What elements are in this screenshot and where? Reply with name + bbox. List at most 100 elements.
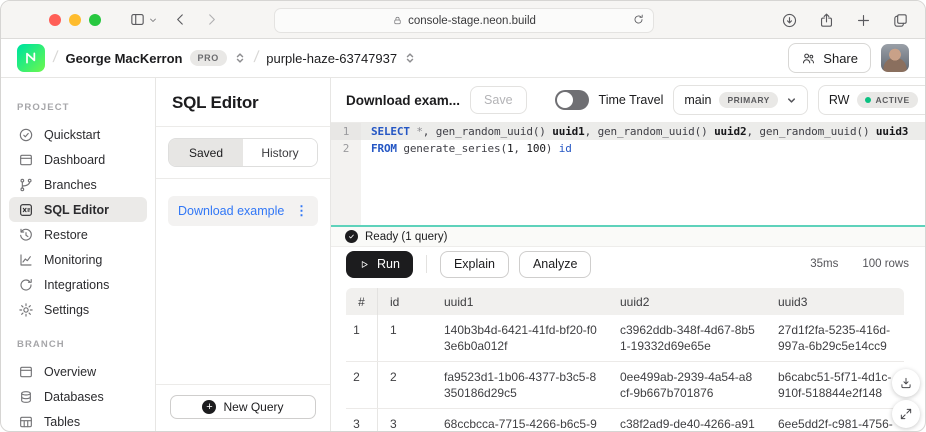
- kebab-menu-icon[interactable]: ⋮: [295, 203, 308, 219]
- sidebar-item-restore[interactable]: Restore: [9, 222, 147, 247]
- sidebar-item-quickstart[interactable]: Quickstart: [9, 122, 147, 147]
- database-icon: [18, 389, 34, 405]
- expand-icon: [899, 407, 913, 421]
- account-selector[interactable]: George MacKerron PRO: [65, 50, 245, 66]
- chrome-actions: [781, 1, 909, 39]
- back-button[interactable]: [170, 9, 191, 30]
- downloads-icon[interactable]: [781, 12, 798, 29]
- query-title: Download exam...: [346, 93, 460, 108]
- sql-code-editor[interactable]: 1SELECT *, gen_random_uuid() uuid1, gen_…: [331, 123, 925, 225]
- chart-icon: [18, 252, 34, 268]
- sidebar-item-overview[interactable]: Overview: [9, 359, 147, 384]
- sidebar-item-tables[interactable]: Tables: [9, 409, 147, 432]
- branch-badge: PRIMARY: [719, 92, 777, 108]
- sidebar: PROJECT Quickstart Dashboard Branches SQ…: [1, 78, 156, 432]
- cell-uuid2: 0ee499ab-2939-4a54-a8cf-9b667b701876: [608, 362, 766, 408]
- explain-button[interactable]: Explain: [440, 251, 509, 278]
- status-message: Ready (1 query): [365, 231, 447, 243]
- run-button[interactable]: Run: [346, 251, 413, 278]
- download-results-button[interactable]: [892, 369, 920, 397]
- share-icon[interactable]: [818, 12, 835, 29]
- check-circle-icon: [18, 127, 34, 143]
- code-text: FROM generate_series(1, 100) id: [361, 140, 925, 157]
- cell-id: 1: [378, 315, 432, 361]
- address-bar[interactable]: console-stage.neon.build: [274, 8, 654, 33]
- sidebar-section-branch: BRANCH: [1, 339, 155, 350]
- cell-uuid2: c3962ddb-348f-4d67-8b51-19332d69e65e: [608, 315, 766, 361]
- compute-select[interactable]: RW ACTIVE: [818, 85, 926, 115]
- tab-history[interactable]: History: [243, 139, 317, 166]
- reload-icon[interactable]: [632, 13, 645, 26]
- chevron-updown-icon: [404, 52, 416, 64]
- user-avatar[interactable]: [881, 44, 909, 72]
- sidebar-item-label: Quickstart: [44, 128, 100, 142]
- cell-n: 3: [346, 409, 378, 432]
- sidebar-item-branches[interactable]: Branches: [9, 172, 147, 197]
- cell-id: 2: [378, 362, 432, 408]
- status-dot: [865, 97, 871, 103]
- sidebar-item-databases[interactable]: Databases: [9, 384, 147, 409]
- cell-uuid1: fa9523d1-1b06-4377-b3c5-8350186d29c5: [432, 362, 608, 408]
- sidebar-item-dashboard[interactable]: Dashboard: [9, 147, 147, 172]
- results-table: #iduuid1uuid2uuid3 11140b3b4d-6421-41fd-…: [331, 281, 925, 432]
- branch-icon: [18, 177, 34, 193]
- branch-value: main: [684, 93, 711, 107]
- cell-uuid2: c38f2ad9-de40-4266-a918-ae947c732ed0: [608, 409, 766, 432]
- sidebar-item-monitoring[interactable]: Monitoring: [9, 247, 147, 272]
- branch-select[interactable]: main PRIMARY: [673, 85, 807, 115]
- time-travel-toggle[interactable]: [555, 90, 589, 110]
- neon-logo[interactable]: [17, 44, 45, 72]
- table-row: 11140b3b4d-6421-41fd-bf20-f03e6b0a012fc3…: [346, 315, 904, 362]
- window-icon: [18, 364, 34, 380]
- minimize-window-button[interactable]: [69, 14, 81, 26]
- tab-saved[interactable]: Saved: [169, 139, 243, 166]
- sidebar-item-label: Tables: [44, 415, 80, 429]
- editor-workspace: Download exam... Save Time Travel main P…: [331, 78, 925, 432]
- ready-check-icon: [345, 230, 358, 243]
- sidebar-item-integrations[interactable]: Integrations: [9, 272, 147, 297]
- project-name: purple-haze-63747937: [266, 51, 397, 66]
- chevron-left-icon: [172, 11, 189, 28]
- gear-icon: [18, 302, 34, 318]
- code-line[interactable]: 2FROM generate_series(1, 100) id: [331, 140, 925, 157]
- sidebar-item-sql-editor[interactable]: SQL Editor: [9, 197, 147, 222]
- analyze-button[interactable]: Analyze: [519, 251, 591, 278]
- column-header: uuid1: [432, 295, 608, 309]
- saved-query-list: Download example ⋮: [156, 179, 330, 384]
- project-selector[interactable]: purple-haze-63747937: [266, 51, 416, 66]
- code-line[interactable]: 1SELECT *, gen_random_uuid() uuid1, gen_…: [331, 123, 925, 140]
- table-row: 22fa9523d1-1b06-4377-b3c5-8350186d29c50e…: [346, 362, 904, 409]
- sidebar-toggle-button[interactable]: [127, 9, 160, 30]
- traffic-lights: [49, 14, 101, 26]
- neon-logo-mark: [23, 50, 39, 66]
- new-tab-icon[interactable]: [855, 12, 872, 29]
- toggle-knob: [557, 92, 573, 108]
- plan-badge: PRO: [190, 50, 227, 66]
- table-icon: [18, 414, 34, 430]
- play-icon: [359, 259, 370, 270]
- line-number: 1: [331, 123, 361, 140]
- saved-query-name: Download example: [178, 204, 284, 218]
- saved-query-item[interactable]: Download example ⋮: [168, 196, 318, 226]
- history-icon: [18, 227, 34, 243]
- queries-panel: SQL Editor Saved History Download exampl…: [156, 78, 331, 432]
- panels-icon: [129, 11, 146, 28]
- new-query-button[interactable]: + New Query: [170, 395, 316, 419]
- forward-button[interactable]: [201, 9, 222, 30]
- sidebar-item-settings[interactable]: Settings: [9, 297, 147, 322]
- share-label: Share: [823, 51, 858, 66]
- share-button[interactable]: Share: [788, 43, 871, 73]
- save-button[interactable]: Save: [470, 86, 527, 114]
- saved-history-tabs: Saved History: [168, 138, 318, 167]
- chevron-right-icon: [203, 11, 220, 28]
- sidebar-item-label: Integrations: [44, 278, 109, 292]
- zoom-window-button[interactable]: [89, 14, 101, 26]
- expand-results-button[interactable]: [892, 400, 920, 428]
- tab-overview-icon[interactable]: [892, 12, 909, 29]
- sidebar-item-label: Restore: [44, 228, 88, 242]
- plus-circle-icon: +: [202, 400, 216, 414]
- close-window-button[interactable]: [49, 14, 61, 26]
- column-header: #: [346, 288, 378, 315]
- code-text: SELECT *, gen_random_uuid() uuid1, gen_r…: [361, 123, 925, 140]
- column-header: uuid2: [608, 295, 766, 309]
